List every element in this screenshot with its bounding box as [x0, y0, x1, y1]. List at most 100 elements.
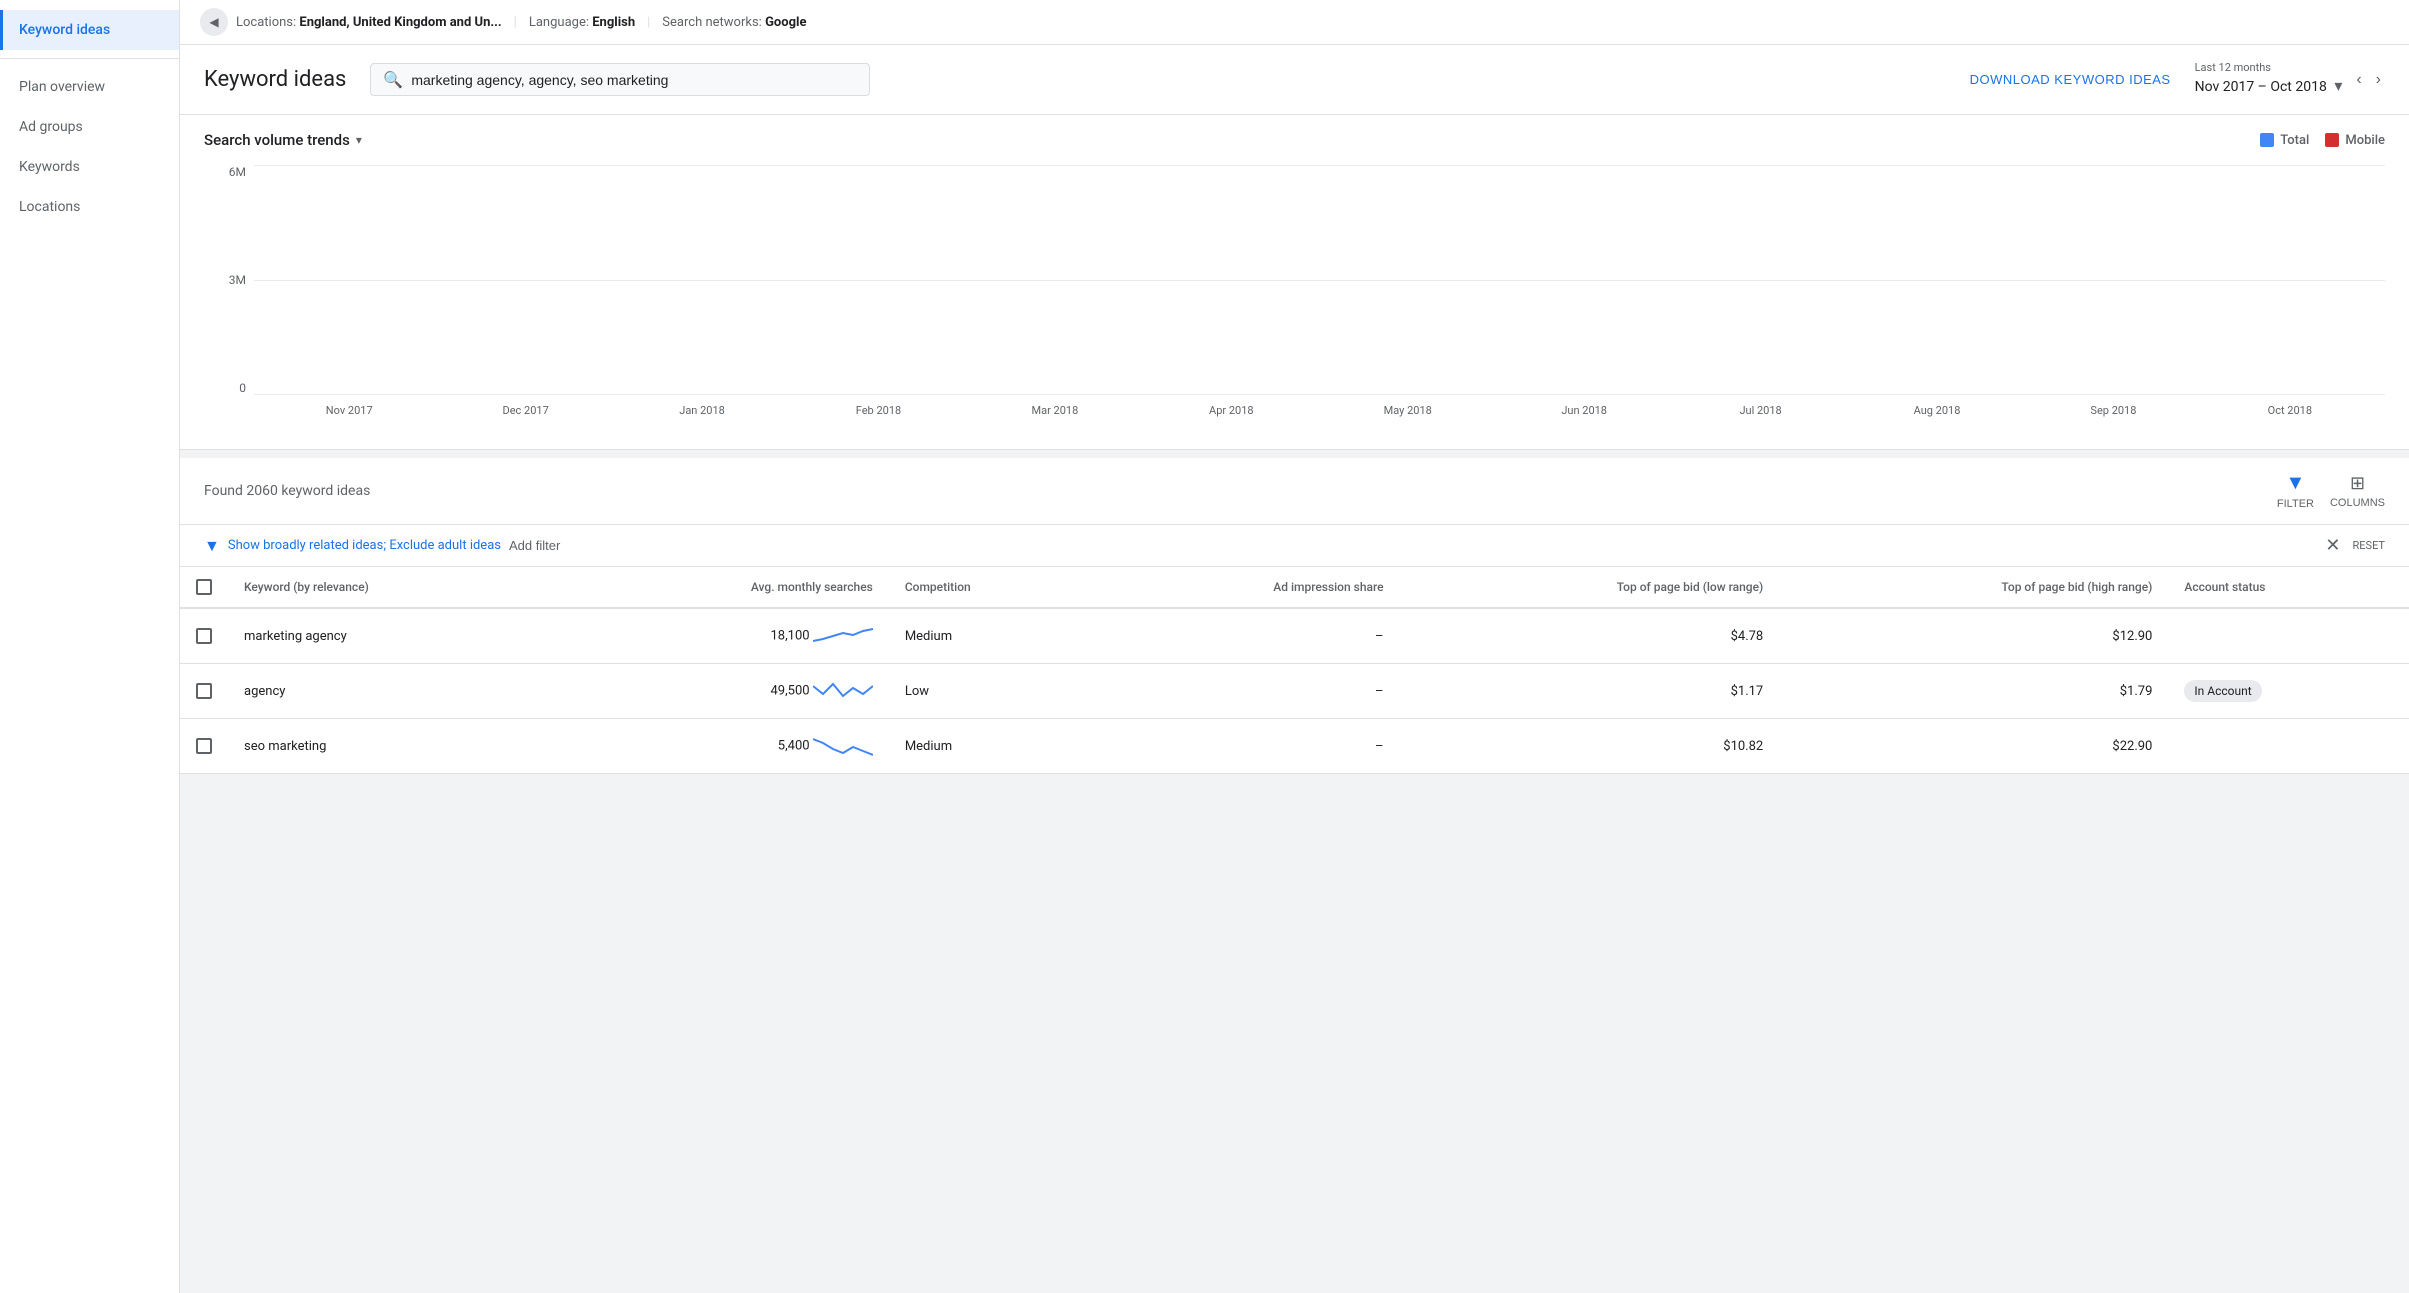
x-axis-label: May 2018 [1323, 404, 1493, 417]
legend-mobile: Mobile [2325, 133, 2385, 148]
topbar: ◀ Locations: England, United Kingdom and… [180, 0, 2409, 45]
x-axis-label: Aug 2018 [1852, 404, 2022, 417]
cell-competition: Medium [889, 608, 1097, 664]
x-axis-label: Jun 2018 [1499, 404, 1669, 417]
cell-ad-impression: – [1097, 664, 1400, 719]
filter-active-text[interactable]: Show broadly related ideas; Exclude adul… [228, 538, 501, 553]
date-range-value: Nov 2017 – Oct 2018 ▾ [2195, 74, 2347, 98]
bars-container [254, 165, 2385, 395]
x-axis-label: Oct 2018 [2205, 404, 2375, 417]
date-prev-button[interactable]: ‹ [2352, 69, 2365, 91]
cell-ad-impression: – [1097, 608, 1400, 664]
x-axis-label: Jul 2018 [1675, 404, 1845, 417]
th-top-page-low: Top of page bid (low range) [1400, 567, 1780, 608]
reset-label[interactable]: RESET [2353, 539, 2385, 552]
data-table: Keyword (by relevance) Avg. monthly sear… [180, 567, 2409, 774]
table-section: Found 2060 keyword ideas ▼ FILTER ⊞ COLU… [180, 458, 2409, 774]
row-checkbox[interactable] [196, 738, 212, 754]
sidebar-item-plan-overview[interactable]: Plan overview [0, 67, 179, 107]
language-label: Language: English [529, 15, 635, 30]
search-icon: 🔍 [383, 70, 403, 89]
sidebar-item-keyword-ideas[interactable]: Keyword ideas [0, 10, 179, 50]
x-axis-label: Sep 2018 [2028, 404, 2198, 417]
header-row: Keyword ideas 🔍 DOWNLOAD KEYWORD IDEAS L… [180, 45, 2409, 115]
x-axis-label: Feb 2018 [793, 404, 963, 417]
legend-mobile-dot [2325, 133, 2339, 147]
row-checkbox[interactable] [196, 683, 212, 699]
cell-keyword: seo marketing [228, 719, 561, 774]
row-checkbox-cell[interactable] [180, 608, 228, 664]
chart-header: Search volume trends ▾ Total Mobile [204, 131, 2385, 149]
cell-competition: Medium [889, 719, 1097, 774]
page-title: Keyword ideas [204, 67, 346, 92]
cell-top-page-high: $22.90 [1779, 719, 2168, 774]
sidebar-divider [0, 58, 179, 59]
cell-top-page-high: $1.79 [1779, 664, 2168, 719]
cell-top-page-low: $10.82 [1400, 719, 1780, 774]
filter-funnel-icon: ▼ [204, 536, 220, 556]
th-avg-monthly: Avg. monthly searches [561, 567, 888, 608]
chart-legend: Total Mobile [2260, 133, 2385, 148]
legend-total-dot [2260, 133, 2274, 147]
chart-plot [254, 165, 2385, 395]
date-range-label: Last 12 months [2195, 61, 2347, 74]
download-button[interactable]: DOWNLOAD KEYWORD IDEAS [1970, 72, 2171, 87]
cell-account-status [2168, 608, 2409, 664]
table-body: marketing agency18,100 Medium–$4.78$12.9… [180, 608, 2409, 774]
chart-inner: 6M 3M 0 [204, 165, 2385, 425]
x-axis-label: Mar 2018 [970, 404, 1140, 417]
search-input[interactable] [411, 72, 857, 88]
main-content: ◀ Locations: England, United Kingdom and… [180, 0, 2409, 1293]
cell-avg-monthly: 5,400 [561, 719, 888, 774]
table-row: agency49,500 Low–$1.17$1.79In Account [180, 664, 2409, 719]
columns-icon: ⊞ [2350, 473, 2365, 494]
cell-avg-monthly: 49,500 [561, 664, 888, 719]
chart-container: 6M 3M 0 [204, 165, 2385, 425]
y-label-0: 0 [239, 381, 246, 395]
x-axis-label: Jan 2018 [617, 404, 787, 417]
sidebar-item-locations[interactable]: Locations [0, 187, 179, 227]
table-row: marketing agency18,100 Medium–$4.78$12.9… [180, 608, 2409, 664]
found-text: Found 2060 keyword ideas [204, 483, 370, 499]
table-header-bar: Found 2060 keyword ideas ▼ FILTER ⊞ COLU… [180, 458, 2409, 525]
table-actions: ▼ FILTER ⊞ COLUMNS [2277, 472, 2385, 510]
sparkline-icon [813, 731, 873, 761]
row-checkbox-cell[interactable] [180, 664, 228, 719]
cell-top-page-low: $1.17 [1400, 664, 1780, 719]
th-keyword: Keyword (by relevance) [228, 567, 561, 608]
legend-total: Total [2260, 133, 2309, 148]
select-all-header[interactable] [180, 567, 228, 608]
close-filter-button[interactable]: ✕ [2325, 535, 2340, 556]
th-competition: Competition [889, 567, 1097, 608]
x-axis-label: Apr 2018 [1146, 404, 1316, 417]
row-checkbox[interactable] [196, 628, 212, 644]
sidebar: Keyword ideas Plan overview Ad groups Ke… [0, 0, 180, 1293]
chart-dropdown-icon[interactable]: ▾ [356, 133, 362, 147]
table-header-row: Keyword (by relevance) Avg. monthly sear… [180, 567, 2409, 608]
add-filter-button[interactable]: Add filter [509, 538, 560, 553]
cell-ad-impression: – [1097, 719, 1400, 774]
in-account-badge: In Account [2184, 680, 2261, 702]
search-box[interactable]: 🔍 [370, 63, 870, 96]
sidebar-toggle-button[interactable]: ◀ [200, 8, 228, 36]
date-dropdown-button[interactable]: ▾ [2330, 74, 2346, 98]
columns-button[interactable]: ⊞ COLUMNS [2330, 473, 2385, 509]
cell-keyword: agency [228, 664, 561, 719]
filter-bar: ▼ Show broadly related ideas; Exclude ad… [180, 525, 2409, 567]
filter-button[interactable]: ▼ FILTER [2277, 472, 2314, 510]
cell-top-page-low: $4.78 [1400, 608, 1780, 664]
table-head: Keyword (by relevance) Avg. monthly sear… [180, 567, 2409, 608]
date-next-button[interactable]: › [2372, 69, 2385, 91]
y-label-3m: 3M [229, 273, 246, 287]
sidebar-item-ad-groups[interactable]: Ad groups [0, 107, 179, 147]
sidebar-item-keywords[interactable]: Keywords [0, 147, 179, 187]
x-axis: Nov 2017Dec 2017Jan 2018Feb 2018Mar 2018… [254, 395, 2385, 425]
sparkline-icon [813, 621, 873, 651]
cell-top-page-high: $12.90 [1779, 608, 2168, 664]
date-range: Last 12 months Nov 2017 – Oct 2018 ▾ ‹ › [2195, 61, 2385, 98]
select-all-checkbox[interactable] [196, 579, 212, 595]
y-label-6m: 6M [229, 165, 246, 179]
filter-icon: ▼ [2286, 472, 2306, 495]
row-checkbox-cell[interactable] [180, 719, 228, 774]
cell-keyword: marketing agency [228, 608, 561, 664]
